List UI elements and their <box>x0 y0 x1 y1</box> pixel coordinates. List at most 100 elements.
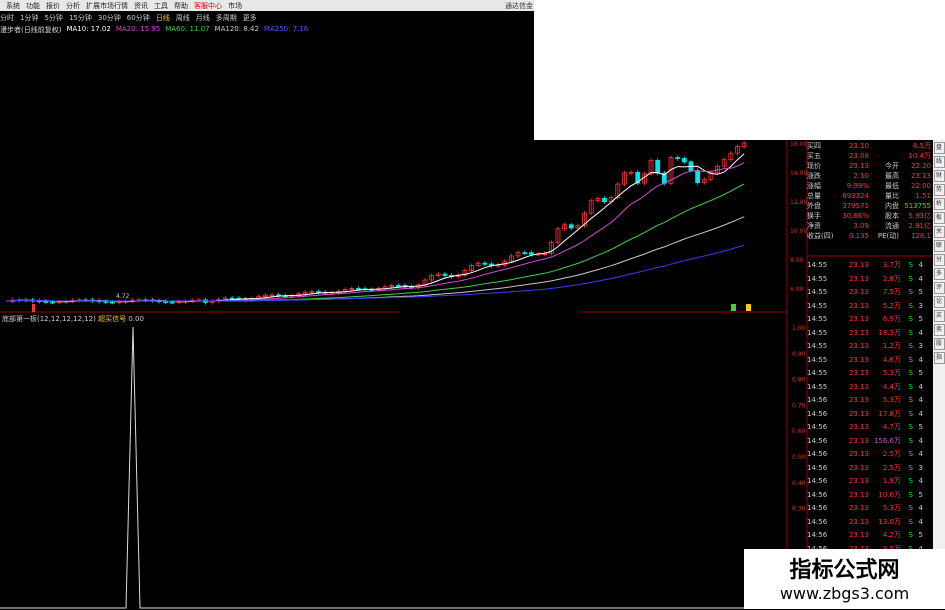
quote-value-2: 1.51 <box>915 192 931 200</box>
tick-row: 14:55 23.13 7.5万 S 5 <box>807 287 932 297</box>
candle-body <box>522 252 528 255</box>
sidebar-button-14[interactable]: 股 <box>933 338 945 350</box>
tick-price: 23.13 <box>848 436 869 445</box>
tick-price: 23.13 <box>848 288 869 296</box>
tick-count: 4 <box>918 355 923 364</box>
indicator-name: 超买信号 <box>98 315 127 323</box>
tick-time: 14:56 <box>807 436 828 445</box>
sidebar-button-3[interactable]: 势 <box>933 184 945 196</box>
quote-value: 893324 <box>842 192 869 200</box>
sidebar-button-4[interactable]: 析 <box>933 198 945 210</box>
tick-row: 14:56 23.13 13.0万 S 4 <box>807 517 932 527</box>
sidebar-button-12[interactable]: 买 <box>933 310 945 322</box>
sidebar-button-15[interactable]: 指 <box>933 352 945 364</box>
tick-count: 4 <box>918 328 923 337</box>
tick-side: S <box>908 274 913 283</box>
sidebar-button-0[interactable]: 盘 <box>933 142 945 154</box>
price-axis: 16.00 14.00 12.00 10.00 8.00 6.00 1.00 0.90 0.80… <box>790 141 807 513</box>
tick-time: 14:55 <box>807 355 828 364</box>
sidebar-button-1[interactable]: 线 <box>933 156 945 168</box>
ma20-line <box>5 162 745 302</box>
sidebar-button-9[interactable]: 多 <box>933 268 945 280</box>
indicator-value: 0.00 <box>128 315 144 323</box>
watermark-title: 指标公式网 <box>789 558 900 583</box>
candles <box>10 140 747 305</box>
indicator-spike <box>0 326 787 609</box>
tick-row: 14:56 23.13 1.9万 S 4 <box>807 476 932 486</box>
tick-side: S <box>908 342 913 350</box>
sidebar-button-8[interactable]: 分 <box>933 254 945 266</box>
tick-side: S <box>908 504 913 512</box>
tick-price: 23.13 <box>848 301 869 310</box>
quote-value-2: 23.13 <box>910 172 931 180</box>
tick-count: 5 <box>918 288 923 296</box>
quote-row: 涨幅 9.99% 最低 22.00 <box>807 181 932 191</box>
tick-row: 14:55 23.13 3.7万 S 4 <box>807 260 932 270</box>
tick-price: 23.13 <box>848 463 869 472</box>
indicator-axis-label: 0.50 <box>792 454 806 461</box>
quote-value: 23.10 <box>848 142 869 150</box>
sidebar-button-7[interactable]: 联 <box>933 240 945 252</box>
sidebar-button-10[interactable]: 评 <box>933 282 945 294</box>
tick-side: S <box>908 463 913 472</box>
price-axis-label: 6.00 <box>790 286 804 293</box>
indicator-axis-label: 1.00 <box>792 325 806 332</box>
tick-count: 5 <box>918 423 923 431</box>
sidebar-button-13[interactable]: 卖 <box>933 324 945 336</box>
tick-volume: 156.6万 <box>873 436 901 445</box>
ma10-line <box>5 153 745 303</box>
candle-body <box>356 288 361 290</box>
sidebar-button-5[interactable]: 板 <box>933 212 945 224</box>
tick-side: S <box>908 261 913 269</box>
tick-volume: 5.3万 <box>882 504 901 512</box>
tick-volume: 3.7万 <box>882 261 901 269</box>
quote-label: 买四 <box>807 142 821 150</box>
tick-volume: 2.8万 <box>882 274 901 283</box>
tick-price: 23.13 <box>848 477 869 485</box>
tick-row: 14:56 23.13 2.5万 S 4 <box>807 449 932 459</box>
candle-body <box>568 224 574 229</box>
sidebar-button-11[interactable]: 论 <box>933 296 945 308</box>
price-axis-label: 16.00 <box>790 141 807 148</box>
tick-side: S <box>908 328 913 337</box>
tick-price: 23.13 <box>848 423 869 431</box>
tick-price: 23.13 <box>848 490 869 499</box>
quote-label: 收益(四) <box>807 232 834 240</box>
quote-value-2: 5.93亿 <box>908 212 931 220</box>
quote-label-2: 流通 <box>885 222 899 230</box>
tick-count: 4 <box>918 396 923 404</box>
tick-row: 14:56 23.13 156.6万 S 4 <box>807 436 932 446</box>
quote-value: 379571 <box>842 202 869 210</box>
tick-volume: 10.6万 <box>878 490 901 499</box>
quote-value-2: 10.4万 <box>908 152 931 160</box>
tick-time: 14:56 <box>807 450 828 458</box>
tick-time: 14:56 <box>807 531 828 539</box>
tick-time: 14:56 <box>807 477 828 485</box>
tick-volume: 5.2万 <box>882 301 901 310</box>
candle-body <box>229 297 235 300</box>
candle-body <box>695 170 700 183</box>
indicator-formula: 底部第一板(12,12,12,12,12) <box>2 315 96 323</box>
tick-side: S <box>908 517 913 526</box>
watermark-url: www.zbgs3.com <box>779 584 910 603</box>
tick-volume: 13.0万 <box>878 517 901 526</box>
quote-label-2: 最低 <box>885 182 899 190</box>
kline-chart[interactable]: 16.00 14.00 12.00 10.00 8.00 6.00 1.00 0.90 0.80… <box>0 0 945 609</box>
tick-price: 23.13 <box>848 261 869 269</box>
tick-time: 14:55 <box>807 382 828 391</box>
indicator-axis-label: 0.40 <box>792 480 806 487</box>
quote-row: 净资 3.09 流通 2.91亿 <box>807 221 932 231</box>
tick-row: 14:56 23.13 5.3万 S 4 <box>807 395 932 405</box>
tick-time: 14:56 <box>807 396 828 404</box>
ma120-line <box>5 216 745 302</box>
sidebar-button-2[interactable]: 财 <box>933 170 945 182</box>
sidebar-button-6[interactable]: 关 <box>933 226 945 238</box>
tick-side: S <box>908 450 913 458</box>
right-sidebar: 盘线财势析板关联分多评论买卖股指 <box>933 140 945 609</box>
tick-count: 4 <box>918 261 923 269</box>
tick-time: 14:55 <box>807 301 828 310</box>
tick-row: 14:55 23.13 5.2万 S 3 <box>807 301 932 311</box>
tick-count: 5 <box>918 369 923 377</box>
tick-side: S <box>908 382 913 391</box>
indicator-axis-label: 0.80 <box>792 377 806 384</box>
